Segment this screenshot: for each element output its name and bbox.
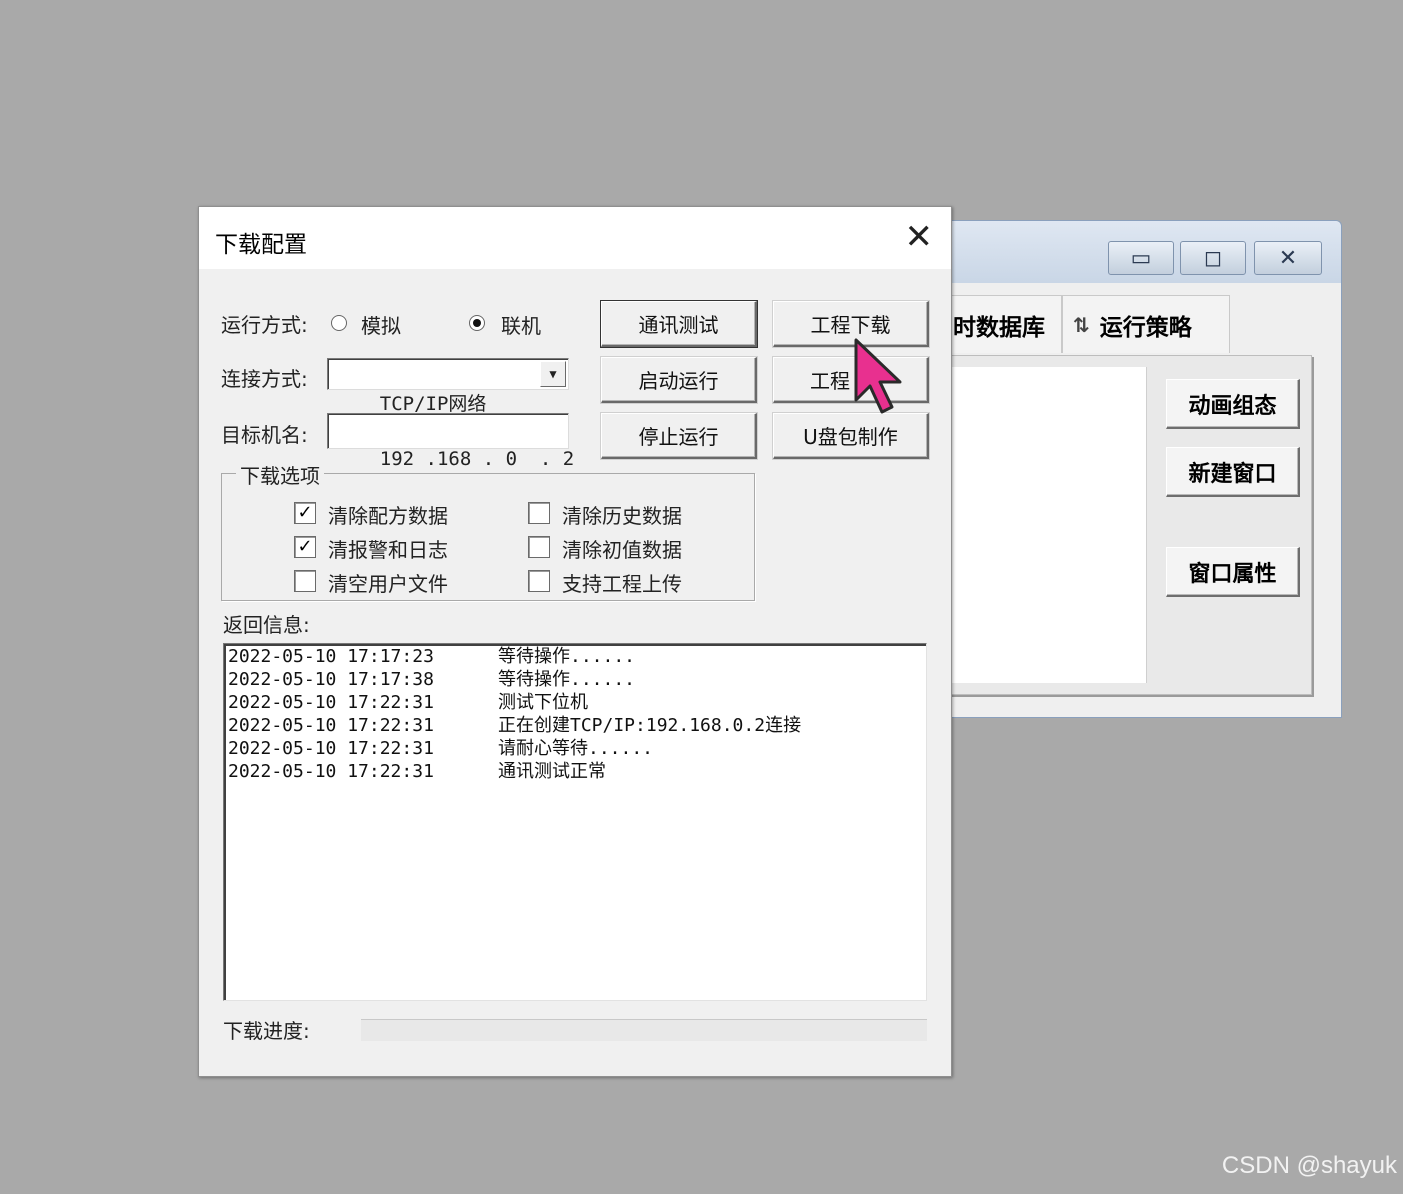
target-ip-value: 192 .168 . 0 . 2: [379, 448, 575, 470]
maximize-button[interactable]: ◻: [1180, 241, 1246, 275]
progress-label: 下载进度:: [223, 1019, 310, 1043]
log-row: 2022-05-10 17:22:31 正在创建TCP/IP:192.168.0.…: [228, 715, 801, 737]
close-window-button[interactable]: ✕: [1254, 241, 1322, 275]
comm-test-button[interactable]: 通讯测试: [601, 301, 757, 347]
log-message: 等待操作......: [498, 669, 636, 690]
log-label: 返回信息:: [223, 613, 310, 637]
animation-config-button[interactable]: 动画组态: [1166, 379, 1300, 429]
background-window-titlebar: ▭ ◻ ✕: [950, 221, 1341, 283]
log-message: 等待操作......: [498, 646, 636, 667]
log-message: 通讯测试正常: [498, 761, 606, 782]
download-options-legend: 下载选项: [236, 460, 324, 489]
connection-label: 连接方式:: [221, 367, 308, 391]
start-run-button[interactable]: 启动运行: [601, 357, 757, 403]
close-icon: ✕: [1278, 245, 1298, 271]
radio-online[interactable]: [469, 315, 485, 331]
checkbox-clear-user-files-label: 清空用户文件: [328, 572, 448, 596]
checkbox-support-upload-label: 支持工程上传: [562, 572, 682, 596]
checkbox-clear-initial[interactable]: [528, 536, 550, 558]
log-time: 2022-05-10 17:22:31: [228, 761, 434, 782]
watermark: CSDN @shayuk: [1221, 1152, 1397, 1179]
connection-value: TCP/IP网络: [379, 393, 487, 415]
target-ip-input[interactable]: 192 .168 . 0 . 2: [327, 413, 574, 470]
return-info-log[interactable]: 2022-05-10 17:17:23 等待操作...... 2022-05-10…: [223, 643, 927, 1001]
log-time: 2022-05-10 17:17:38: [228, 669, 434, 690]
mouse-cursor-icon: [854, 338, 902, 414]
tab-label: 时数据库: [953, 314, 1045, 341]
log-message: 请耐心等待......: [498, 738, 654, 759]
minimize-button[interactable]: ▭: [1108, 241, 1174, 275]
background-window: ▭ ◻ ✕ 时数据库 ⇅ 运行策略 动画组态 新建窗口 窗口属性: [950, 220, 1342, 718]
log-row: 2022-05-10 17:22:31 通讯测试正常: [228, 761, 606, 783]
log-row: 2022-05-10 17:17:38 等待操作......: [228, 669, 635, 691]
stop-run-button[interactable]: 停止运行: [601, 413, 757, 459]
checkbox-clear-alarm-log[interactable]: ✓: [294, 536, 316, 558]
udisk-package-button[interactable]: U盘包制作: [773, 413, 929, 459]
log-message: 正在创建TCP/IP:192.168.0.2连接: [498, 715, 802, 736]
run-mode-label: 运行方式:: [221, 313, 308, 337]
connection-select[interactable]: TCP/IP网络 ▼: [327, 358, 569, 415]
checkbox-clear-recipe[interactable]: ✓: [294, 502, 316, 524]
tab-label: 运行策略: [1099, 314, 1192, 341]
dialog-titlebar: 下载配置 ✕: [199, 207, 951, 269]
download-config-dialog: 下载配置 ✕ 运行方式: 模拟 联机 连接方式: TCP/IP网络 ▼ 目标机名…: [198, 206, 952, 1077]
download-options-group: 下载选项 ✓ 清除配方数据 清除历史数据 ✓ 清报警和日志 清除初值数据 清空用…: [221, 460, 755, 601]
checkbox-clear-user-files[interactable]: [294, 570, 316, 592]
check-icon: ✓: [297, 536, 313, 557]
new-window-button[interactable]: 新建窗口: [1166, 447, 1300, 497]
minimize-icon: ▭: [1130, 245, 1152, 271]
target-label: 目标机名:: [221, 423, 308, 447]
check-icon: ✓: [297, 502, 313, 523]
maximize-icon: ◻: [1203, 245, 1223, 271]
log-time: 2022-05-10 17:22:31: [228, 692, 434, 713]
strategy-icon: ⇅: [1073, 312, 1090, 337]
log-time: 2022-05-10 17:17:23: [228, 646, 434, 667]
checkbox-clear-recipe-label: 清除配方数据: [328, 504, 448, 528]
checkbox-clear-history[interactable]: [528, 502, 550, 524]
download-progress-bar: [361, 1019, 927, 1041]
log-time: 2022-05-10 17:22:31: [228, 715, 434, 736]
radio-simulate[interactable]: [331, 315, 347, 331]
log-time: 2022-05-10 17:22:31: [228, 738, 434, 759]
log-row: 2022-05-10 17:17:23 等待操作......: [228, 646, 635, 668]
tab-run-strategy[interactable]: ⇅ 运行策略: [1062, 295, 1230, 353]
checkbox-clear-alarm-log-label: 清报警和日志: [328, 538, 448, 562]
window-properties-button[interactable]: 窗口属性: [1166, 547, 1300, 597]
dialog-close-button[interactable]: ✕: [905, 217, 934, 257]
log-row: 2022-05-10 17:22:31 请耐心等待......: [228, 738, 653, 760]
radio-online-label: 联机: [501, 314, 541, 338]
radio-simulate-label: 模拟: [361, 314, 401, 338]
checkbox-support-upload[interactable]: [528, 570, 550, 592]
window-list[interactable]: [950, 367, 1147, 683]
tab-realtime-database[interactable]: 时数据库: [950, 295, 1062, 353]
chevron-down-icon[interactable]: ▼: [540, 361, 566, 387]
log-message: 测试下位机: [498, 692, 588, 713]
checkbox-clear-history-label: 清除历史数据: [562, 504, 682, 528]
checkbox-clear-initial-label: 清除初值数据: [562, 538, 682, 562]
log-row: 2022-05-10 17:22:31 测试下位机: [228, 692, 588, 714]
close-icon: ✕: [904, 217, 934, 257]
dialog-title: 下载配置: [215, 232, 307, 258]
